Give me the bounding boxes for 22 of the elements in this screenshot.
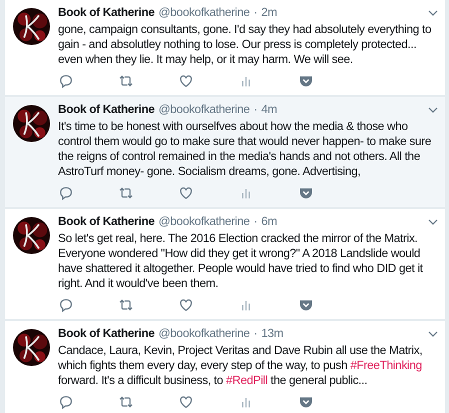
author-name[interactable]: Book of Katherine xyxy=(58,102,154,117)
hashtag-link[interactable]: #RedPill xyxy=(226,373,268,387)
author-handle: @bookofkatherine xyxy=(158,326,250,341)
author-name[interactable]: Book of Katherine xyxy=(58,326,154,341)
timestamp[interactable]: 6m xyxy=(261,214,278,229)
timestamp[interactable]: 2m xyxy=(261,5,278,20)
separator: · xyxy=(254,214,258,229)
author-handle: @bookofkatherine xyxy=(158,5,250,20)
separator: · xyxy=(254,5,258,20)
separator: · xyxy=(254,102,258,117)
separator: · xyxy=(254,326,258,341)
hashtag-link[interactable]: #FreeThinking xyxy=(350,358,422,372)
author-handle: @bookofkatherine xyxy=(158,214,250,229)
tweet-text: Candace, Laura, Kevin, Project Veritas and Dave Rubin all use the Matrix, which fights them every day, every step of the way, to push #FreeThinking forward. It's a difficult business, to #RedPill the general public... xyxy=(58,343,424,388)
author-handle: @bookofkatherine xyxy=(158,102,250,117)
tweet-text: So let's get real, here. The 2016 Election cracked the mirror of the Matrix. Everyone wondered "How did they get it wrong?" A 2018 Landslide would have shattered it altogether. People would have tried to find who DID get it right. And it would've been them. xyxy=(58,231,424,291)
timestamp[interactable]: 13m xyxy=(261,326,284,341)
author-name[interactable]: Book of Katherine xyxy=(58,5,154,20)
tweet-text: gone, campaign consultants, gone. I'd say they had absolutely everything to gain - and absolutley nothing to lose. Our press is completely protected... even when they lie. It may help, or it may harm. We will see. xyxy=(58,22,432,67)
author-name[interactable]: Book of Katherine xyxy=(58,214,154,229)
tweet-text: It's time to be honest with ourselfves about how the media & those who control them would go to make sure that would never happen- to make sure the reigns of control remained in the media's hands and not others. All the AstroTurf money- gone. Socialism dreams, gone. Advertising, xyxy=(58,119,432,179)
timestamp[interactable]: 4m xyxy=(261,102,278,117)
